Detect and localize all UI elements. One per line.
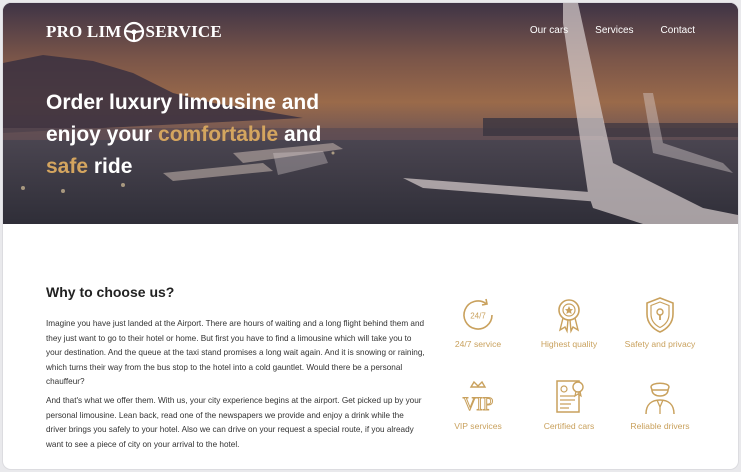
feature-label: Certified cars (543, 421, 595, 431)
driver-icon (645, 382, 675, 415)
certificate-icon (556, 380, 584, 413)
feature-safety-privacy: Safety and privacy (616, 295, 704, 349)
nav-our-cars[interactable]: Our cars (530, 25, 568, 36)
feature-label: Reliable drivers (630, 421, 690, 431)
main-nav: Our cars Services Contact (530, 25, 695, 36)
award-medal-icon (558, 299, 580, 334)
headline-text: and (278, 123, 322, 146)
hero-headline: Order luxury limousine and enjoy your co… (46, 87, 366, 183)
intro-paragraph: Imagine you have just landed at the Airp… (46, 319, 425, 387)
headline-highlight-comfortable: comfortable (158, 123, 279, 146)
headline-line-3: safe ride (46, 151, 366, 183)
brand-text-1: PRO LIM (46, 22, 122, 41)
badge-vip: VIP (463, 394, 494, 415)
headline-line-2: enjoy your comfortable and (46, 119, 366, 151)
badge-24-7: 24/7 (470, 312, 486, 321)
feature-label: Safety and privacy (624, 339, 696, 349)
feature-label: Highest quality (540, 339, 598, 349)
feature-vip: VIP VIP services (434, 377, 522, 431)
offer-paragraph: And that's what we offer them. With us, … (46, 396, 422, 449)
feature-label: 24/7 service (454, 339, 502, 349)
feature-certified-cars: Certified cars (525, 377, 613, 431)
headline-text: enjoy your (46, 123, 159, 146)
headline-highlight-safe: safe (46, 155, 89, 178)
nav-services[interactable]: Services (595, 25, 633, 36)
vip-crown-icon: VIP (462, 380, 494, 416)
hero-banner: PRO LIM SERVICE Our cars Services Contac… (3, 3, 738, 224)
brand-logo[interactable]: PRO LIM SERVICE (46, 21, 222, 43)
shield-lock-icon (646, 297, 674, 333)
page: PRO LIM SERVICE Our cars Services Contac… (3, 3, 738, 469)
feature-label: VIP services (454, 421, 502, 431)
section-title: Why to choose us? (46, 284, 175, 300)
feature-reliable-drivers: Reliable drivers (616, 377, 704, 431)
steering-wheel-icon (123, 21, 144, 43)
feature-24-7: 24/7 24/7 service (434, 295, 522, 349)
clock-24-7-icon: 24/7 (463, 298, 493, 330)
headline-text: ride (88, 155, 133, 178)
headline-line-1: Order luxury limousine and (46, 91, 320, 114)
nav-contact[interactable]: Contact (661, 25, 695, 36)
brand-text-2: SERVICE (145, 22, 222, 41)
feature-highest-quality: Highest quality (525, 295, 613, 349)
